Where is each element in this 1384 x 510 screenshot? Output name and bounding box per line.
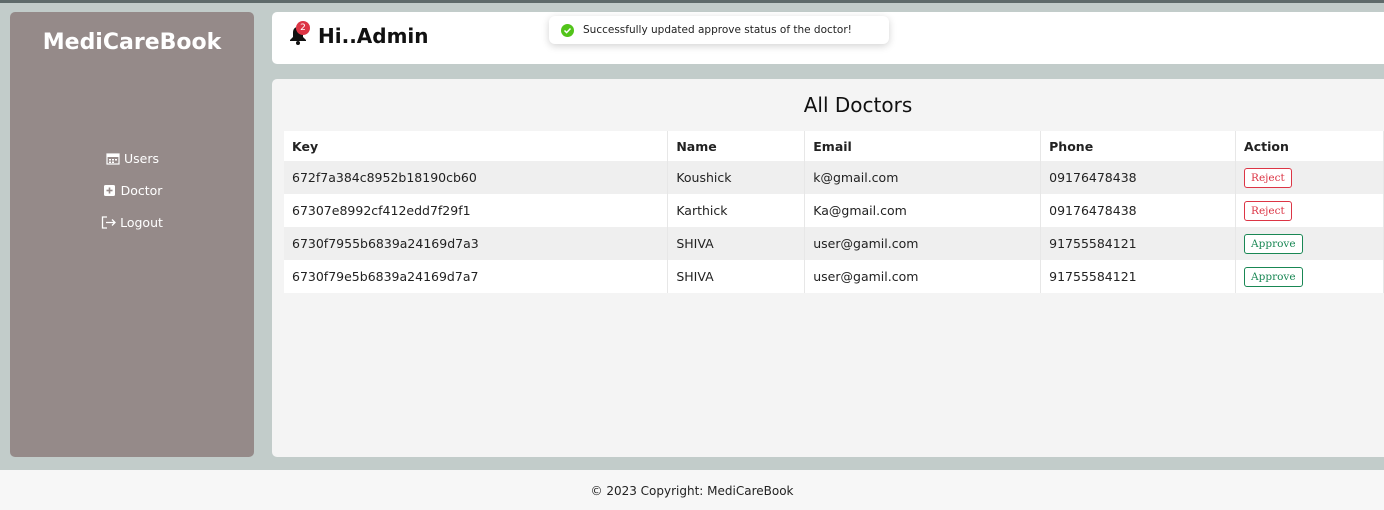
sidebar-item-logout[interactable]: Logout [10,206,254,238]
brand-logo: MediCareBook [42,30,222,55]
success-toast: Successfully updated approve status of t… [549,16,889,44]
calendar-icon [105,150,121,166]
table-row: 6730f79e5b6839a24169d7a7 SHIVA user@gami… [284,260,1384,293]
reject-button[interactable]: Reject [1244,200,1292,221]
table-row: 6730f7955b6839a24169d7a3 SHIVA user@gami… [284,227,1384,260]
sidebar-item-label: Users [123,150,159,166]
cell-phone: 09176478438 [1040,194,1237,227]
sidebar-item-label: Logout [120,214,163,230]
cell-email: Ka@gmail.com [804,194,1042,227]
cell-phone: 09176478438 [1040,161,1237,194]
table-header-row: Key Name Email Phone Action [284,131,1384,161]
cell-phone: 91755584121 [1040,260,1237,293]
cell-action: Approve [1235,260,1384,293]
table-row: 672f7a384c8952b18190cb60 Koushick k@gmai… [284,161,1384,194]
app-container: MediCareBook Users Doctor Logout 2 Hi..A… [0,3,1384,470]
notification-badge: 2 [296,21,310,35]
cell-email: user@gamil.com [804,227,1042,260]
approve-button[interactable]: Approve [1244,233,1303,254]
column-header-key: Key [284,131,669,161]
cell-email: user@gamil.com [804,260,1042,293]
cell-action: Reject [1235,194,1384,227]
doctor-add-icon [102,182,118,198]
cell-action: Approve [1235,227,1384,260]
column-header-email: Email [804,131,1042,161]
approve-button[interactable]: Approve [1244,266,1303,287]
cell-name: SHIVA [667,260,806,293]
toast-message: Successfully updated approve status of t… [583,24,852,36]
column-header-action: Action [1235,131,1384,161]
copyright-text: © 2023 Copyright: MediCareBook [590,484,794,498]
doctors-panel: All Doctors Key Name Email Phone Action … [272,79,1384,457]
column-header-phone: Phone [1040,131,1237,161]
cell-key: 672f7a384c8952b18190cb60 [284,161,669,194]
logout-icon [101,214,117,230]
doctors-table: Key Name Email Phone Action 672f7a384c89… [284,131,1384,293]
table-row: 67307e8992cf412edd7f29f1 Karthick Ka@gma… [284,194,1384,227]
cell-name: Koushick [667,161,806,194]
footer: © 2023 Copyright: MediCareBook [0,470,1384,510]
sidebar-item-label: Doctor [120,182,163,198]
cell-action: Reject [1235,161,1384,194]
check-circle-icon [561,23,574,37]
cell-key: 67307e8992cf412edd7f29f1 [284,194,669,227]
reject-button[interactable]: Reject [1244,167,1292,188]
cell-key: 6730f7955b6839a24169d7a3 [284,227,669,260]
cell-email: k@gmail.com [804,161,1042,194]
greeting: Hi..Admin [318,24,429,48]
sidebar: MediCareBook Users Doctor Logout [10,12,254,457]
cell-phone: 91755584121 [1040,227,1237,260]
column-header-name: Name [667,131,806,161]
cell-name: SHIVA [667,227,806,260]
sidebar-item-users[interactable]: Users [10,142,254,174]
sidebar-item-doctor[interactable]: Doctor [10,174,254,206]
page-title: All Doctors [803,93,913,117]
sidebar-nav: Users Doctor Logout [10,142,254,238]
cell-name: Karthick [667,194,806,227]
cell-key: 6730f79e5b6839a24169d7a7 [284,260,669,293]
